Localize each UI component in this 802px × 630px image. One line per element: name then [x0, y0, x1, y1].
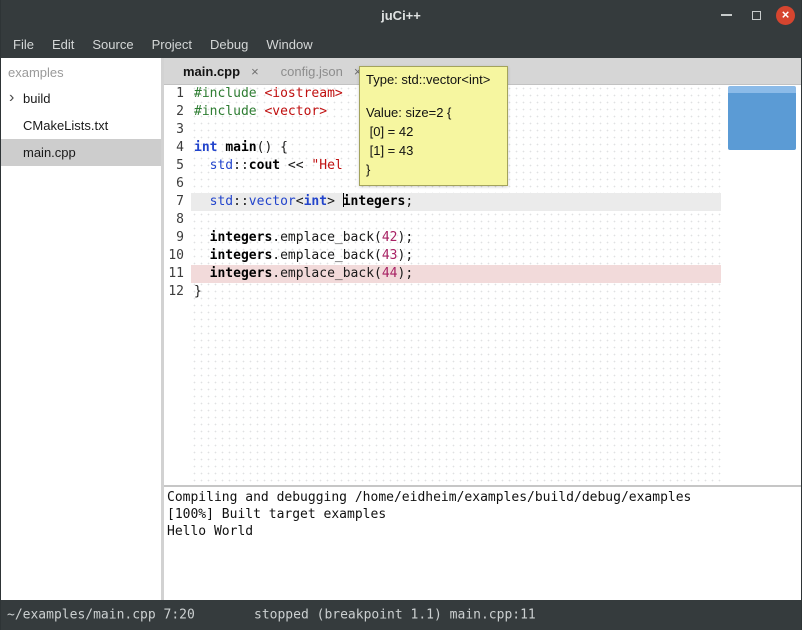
scrollbar-thumb[interactable]: [728, 86, 796, 150]
menu-item-edit[interactable]: Edit: [43, 32, 83, 57]
maximize-button[interactable]: [746, 5, 766, 25]
expander-icon[interactable]: ›: [9, 88, 14, 106]
tooltip-value-line: Value: size=2 {: [366, 103, 501, 122]
line-number[interactable]: 12: [164, 283, 191, 301]
tree-item-label: build: [23, 91, 50, 106]
file-tree-panel: examples › build CMakeLists.txt main.cpp: [1, 58, 161, 600]
status-file-position: ~/examples/main.cpp 7:20: [7, 608, 195, 623]
tab-label: main.cpp: [183, 64, 240, 79]
line-number[interactable]: 1: [164, 85, 191, 103]
window-title: juCi++: [1, 8, 801, 23]
titlebar: juCi++ ×: [1, 0, 801, 30]
menu-item-file[interactable]: File: [4, 32, 43, 57]
menubar: FileEditSourceProjectDebugWindow: [1, 30, 801, 58]
code-line: 10 integers.emplace_back(43);: [164, 247, 801, 265]
line-number[interactable]: 5: [164, 157, 191, 175]
terminal-line: Compiling and debugging /home/eidheim/ex…: [167, 489, 801, 506]
menu-item-source[interactable]: Source: [83, 32, 142, 57]
status-debug-state: stopped (breakpoint 1.1) main.cpp:11: [254, 608, 536, 623]
tooltip-type-line: Type: std::vector<int>: [366, 71, 501, 88]
file-tree-header: examples: [1, 58, 161, 85]
tree-item-label: main.cpp: [23, 145, 76, 160]
menu-item-debug[interactable]: Debug: [201, 32, 257, 57]
tree-item-main-cpp[interactable]: main.cpp: [1, 139, 161, 166]
close-button[interactable]: ×: [776, 6, 795, 25]
tree-item-cmakelists-txt[interactable]: CMakeLists.txt: [1, 112, 161, 139]
tooltip-value-lines: Value: size=2 { [0] = 42 [1] = 43}: [366, 103, 501, 179]
terminal-output[interactable]: Compiling and debugging /home/eidheim/ex…: [164, 487, 801, 600]
file-tree: › build CMakeLists.txt main.cpp: [1, 85, 161, 166]
tab-main-cpp[interactable]: main.cpp ×: [172, 58, 270, 84]
line-number[interactable]: 9: [164, 229, 191, 247]
tree-item-build[interactable]: › build: [1, 85, 161, 112]
tab-config-json[interactable]: config.json×: [270, 58, 373, 84]
code-text[interactable]: [191, 211, 721, 229]
tooltip-value-line: [0] = 42: [366, 122, 501, 141]
code-text[interactable]: std::vector<int> integers;: [191, 193, 721, 211]
line-number[interactable]: 3: [164, 121, 191, 139]
code-text[interactable]: }: [191, 283, 721, 301]
tab-close-icon[interactable]: ×: [251, 64, 259, 79]
code-line: 8: [164, 211, 801, 229]
statusbar: ~/examples/main.cpp 7:20 stopped (breakp…: [1, 600, 801, 630]
line-number[interactable]: 10: [164, 247, 191, 265]
code-text[interactable]: integers.emplace_back(44);: [191, 265, 721, 283]
tooltip-value-line: }: [366, 160, 501, 179]
code-line: 12}: [164, 283, 801, 301]
terminal-line: Hello World: [167, 523, 801, 540]
code-text[interactable]: integers.emplace_back(42);: [191, 229, 721, 247]
tab-label: config.json: [281, 64, 343, 79]
line-number[interactable]: 8: [164, 211, 191, 229]
code-line: 9 integers.emplace_back(42);: [164, 229, 801, 247]
minimize-button[interactable]: [716, 5, 736, 25]
line-number[interactable]: 4: [164, 139, 191, 157]
app-window: juCi++ × FileEditSourceProjectDebugWindo…: [0, 0, 802, 630]
line-number[interactable]: 11: [164, 265, 191, 283]
code-line: 7 std::vector<int> integers;: [164, 193, 801, 211]
line-number[interactable]: 6: [164, 175, 191, 193]
minimize-icon: [721, 14, 732, 16]
line-number[interactable]: 7: [164, 193, 191, 211]
tree-item-label: CMakeLists.txt: [23, 118, 108, 133]
menu-item-project[interactable]: Project: [143, 32, 201, 57]
line-number[interactable]: 2: [164, 103, 191, 121]
terminal-line: [100%] Built target examples: [167, 506, 801, 523]
window-controls: ×: [716, 0, 795, 30]
maximize-icon: [752, 11, 761, 20]
debug-tooltip: Type: std::vector<int> Value: size=2 { […: [359, 66, 508, 186]
close-icon: ×: [782, 8, 790, 21]
menu-item-window[interactable]: Window: [257, 32, 321, 57]
code-line: 11 integers.emplace_back(44);: [164, 265, 801, 283]
code-text[interactable]: integers.emplace_back(43);: [191, 247, 721, 265]
tooltip-value-line: [1] = 43: [366, 141, 501, 160]
